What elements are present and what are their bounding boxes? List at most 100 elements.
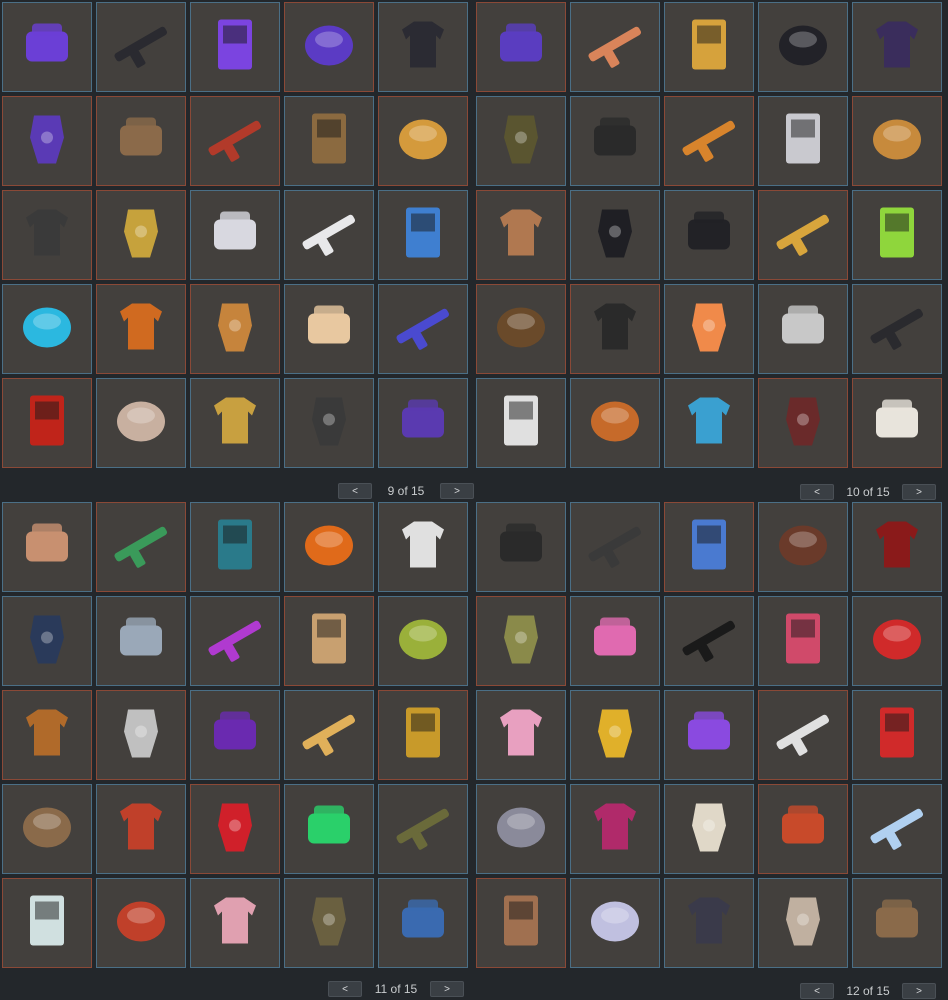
item-slot[interactable] [664,2,754,92]
item-slot[interactable] [476,502,566,592]
item-slot[interactable] [852,596,942,686]
item-slot[interactable] [284,378,374,468]
item-slot[interactable] [2,378,92,468]
item-slot[interactable] [570,190,660,280]
item-slot[interactable] [190,502,280,592]
item-slot[interactable] [378,690,468,780]
item-slot[interactable] [378,596,468,686]
item-slot[interactable] [190,690,280,780]
item-slot[interactable] [190,96,280,186]
next-page-button[interactable]: > [440,483,474,499]
item-slot[interactable] [190,190,280,280]
item-slot[interactable] [96,96,186,186]
next-page-button[interactable]: > [902,983,936,999]
item-slot[interactable] [664,878,754,968]
item-slot[interactable] [476,2,566,92]
item-slot[interactable] [476,784,566,874]
item-slot[interactable] [664,502,754,592]
item-slot[interactable] [664,596,754,686]
item-slot[interactable] [476,284,566,374]
item-slot[interactable] [190,378,280,468]
item-slot[interactable] [758,878,848,968]
item-slot[interactable] [378,284,468,374]
item-slot[interactable] [284,190,374,280]
prev-page-button[interactable]: < [800,484,834,500]
item-slot[interactable] [664,96,754,186]
item-slot[interactable] [758,96,848,186]
item-slot[interactable] [758,596,848,686]
item-slot[interactable] [476,190,566,280]
item-slot[interactable] [2,596,92,686]
item-slot[interactable] [852,502,942,592]
item-slot[interactable] [758,2,848,92]
item-slot[interactable] [570,784,660,874]
item-slot[interactable] [664,690,754,780]
item-slot[interactable] [2,690,92,780]
item-slot[interactable] [96,878,186,968]
item-slot[interactable] [96,190,186,280]
item-slot[interactable] [570,378,660,468]
item-slot[interactable] [284,690,374,780]
item-slot[interactable] [476,878,566,968]
item-slot[interactable] [2,2,92,92]
item-slot[interactable] [378,878,468,968]
item-slot[interactable] [570,502,660,592]
item-slot[interactable] [378,190,468,280]
item-slot[interactable] [852,690,942,780]
item-slot[interactable] [2,190,92,280]
item-slot[interactable] [852,190,942,280]
item-slot[interactable] [664,284,754,374]
next-page-button[interactable]: > [430,981,464,997]
item-slot[interactable] [96,784,186,874]
item-slot[interactable] [190,784,280,874]
item-slot[interactable] [378,96,468,186]
item-slot[interactable] [852,378,942,468]
item-slot[interactable] [570,878,660,968]
item-slot[interactable] [190,596,280,686]
item-slot[interactable] [284,878,374,968]
item-slot[interactable] [570,2,660,92]
item-slot[interactable] [852,784,942,874]
item-slot[interactable] [476,596,566,686]
item-slot[interactable] [284,284,374,374]
item-slot[interactable] [476,378,566,468]
item-slot[interactable] [96,502,186,592]
item-slot[interactable] [284,596,374,686]
item-slot[interactable] [190,284,280,374]
item-slot[interactable] [96,596,186,686]
item-slot[interactable] [570,690,660,780]
item-slot[interactable] [664,784,754,874]
next-page-button[interactable]: > [902,484,936,500]
item-slot[interactable] [190,878,280,968]
item-slot[interactable] [758,784,848,874]
item-slot[interactable] [758,190,848,280]
item-slot[interactable] [2,96,92,186]
prev-page-button[interactable]: < [338,483,372,499]
item-slot[interactable] [476,690,566,780]
item-slot[interactable] [664,378,754,468]
item-slot[interactable] [96,690,186,780]
item-slot[interactable] [758,502,848,592]
item-slot[interactable] [758,284,848,374]
item-slot[interactable] [2,284,92,374]
item-slot[interactable] [852,878,942,968]
item-slot[interactable] [190,2,280,92]
item-slot[interactable] [758,690,848,780]
item-slot[interactable] [664,190,754,280]
prev-page-button[interactable]: < [328,981,362,997]
prev-page-button[interactable]: < [800,983,834,999]
item-slot[interactable] [378,2,468,92]
item-slot[interactable] [96,2,186,92]
item-slot[interactable] [284,784,374,874]
item-slot[interactable] [570,284,660,374]
item-slot[interactable] [852,2,942,92]
item-slot[interactable] [570,96,660,186]
item-slot[interactable] [378,378,468,468]
item-slot[interactable] [758,378,848,468]
item-slot[interactable] [378,502,468,592]
item-slot[interactable] [2,502,92,592]
item-slot[interactable] [570,596,660,686]
item-slot[interactable] [2,878,92,968]
item-slot[interactable] [96,284,186,374]
item-slot[interactable] [96,378,186,468]
